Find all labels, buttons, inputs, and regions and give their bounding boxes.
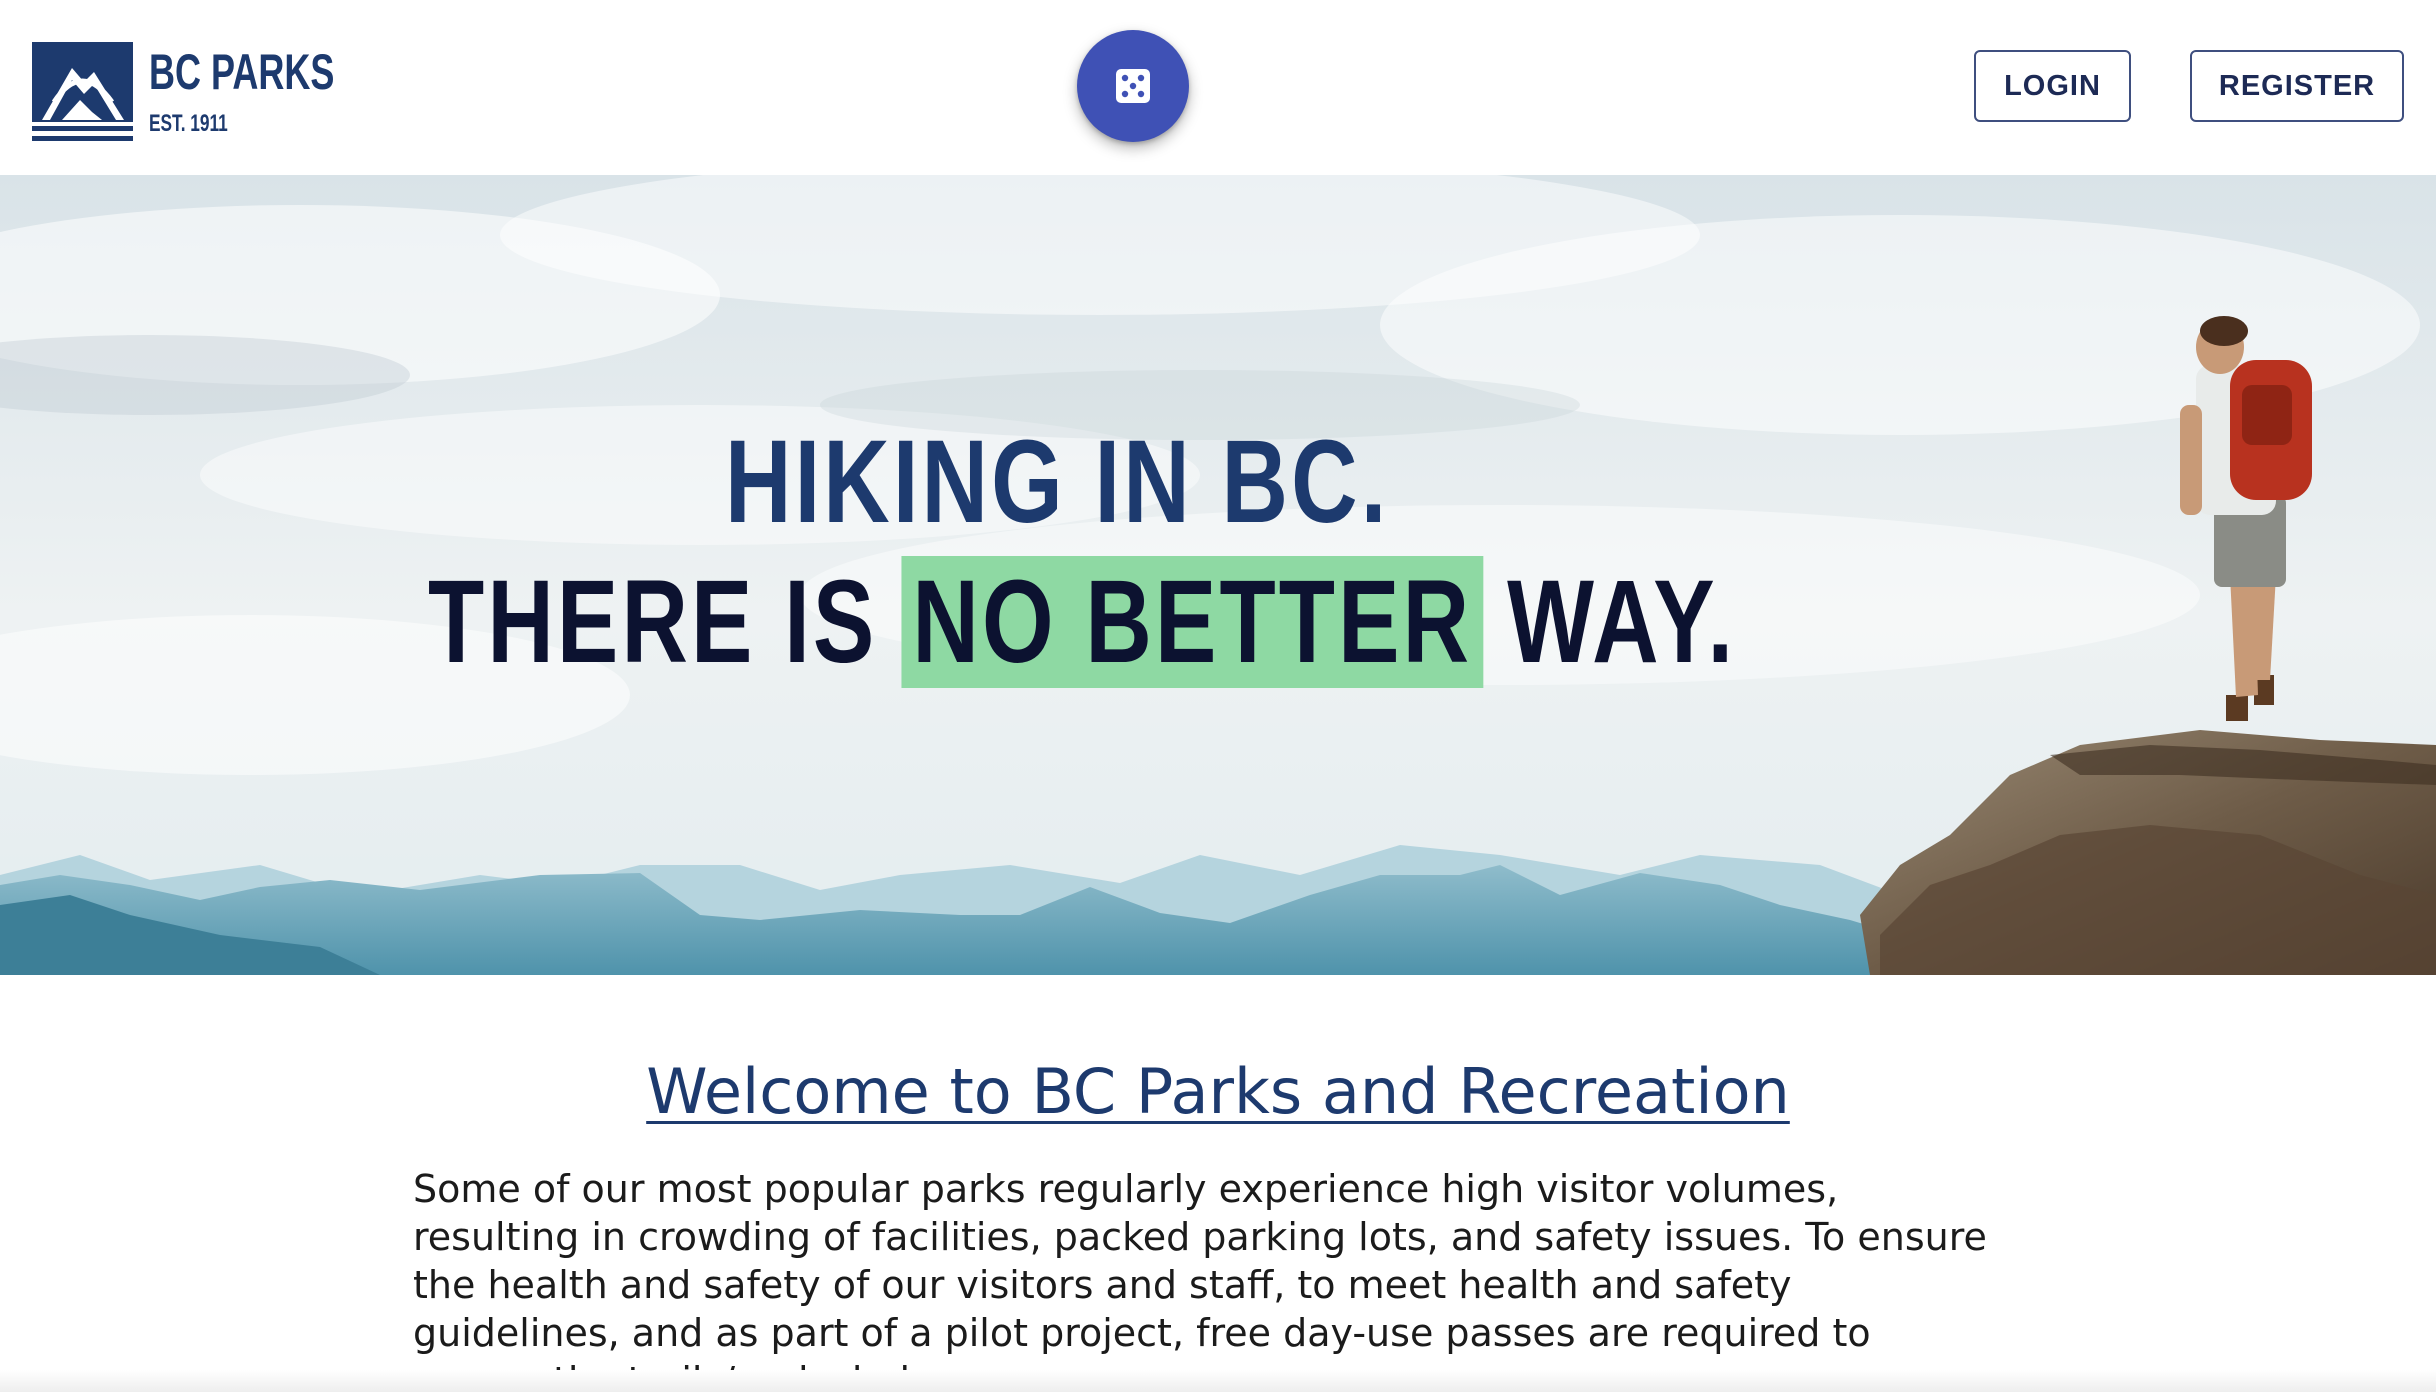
hero-headline-line1: HIKING IN BC. bbox=[725, 416, 1390, 548]
dice-five-icon bbox=[1116, 69, 1150, 103]
welcome-heading: Welcome to BC Parks and Recreation bbox=[646, 1055, 1790, 1128]
page-bottom-edge bbox=[0, 1370, 2436, 1392]
hero-line2-prefix: THERE IS bbox=[428, 556, 907, 688]
brand-established: EST. 1911 bbox=[149, 110, 228, 137]
login-button[interactable]: LOGIN bbox=[1974, 50, 2131, 122]
brand-text: BC PARKS EST. 1911 bbox=[149, 42, 406, 138]
hero-line2-suffix: WAY. bbox=[1478, 556, 1737, 688]
hero-headline-line2: THERE IS NO BETTER WAY. bbox=[428, 556, 1737, 688]
welcome-description: Some of our most popular parks regularly… bbox=[413, 1167, 1987, 1392]
top-header: BC PARKS EST. 1911 LOGIN REGISTER bbox=[0, 0, 2436, 175]
hero-highlight-text: NO BETTER bbox=[901, 556, 1484, 688]
random-park-button[interactable] bbox=[1077, 30, 1189, 142]
register-button[interactable]: REGISTER bbox=[2190, 50, 2404, 122]
mountain-logo-icon bbox=[32, 42, 133, 141]
bc-parks-logo-link[interactable]: BC PARKS EST. 1911 bbox=[32, 42, 406, 144]
page: BC PARKS EST. 1911 LOGIN REGISTER HIKING… bbox=[0, 0, 2436, 1392]
brand-name: BC PARKS bbox=[149, 44, 335, 100]
hero-banner: HIKING IN BC. THERE IS NO BETTER WAY. bbox=[0, 175, 2436, 975]
